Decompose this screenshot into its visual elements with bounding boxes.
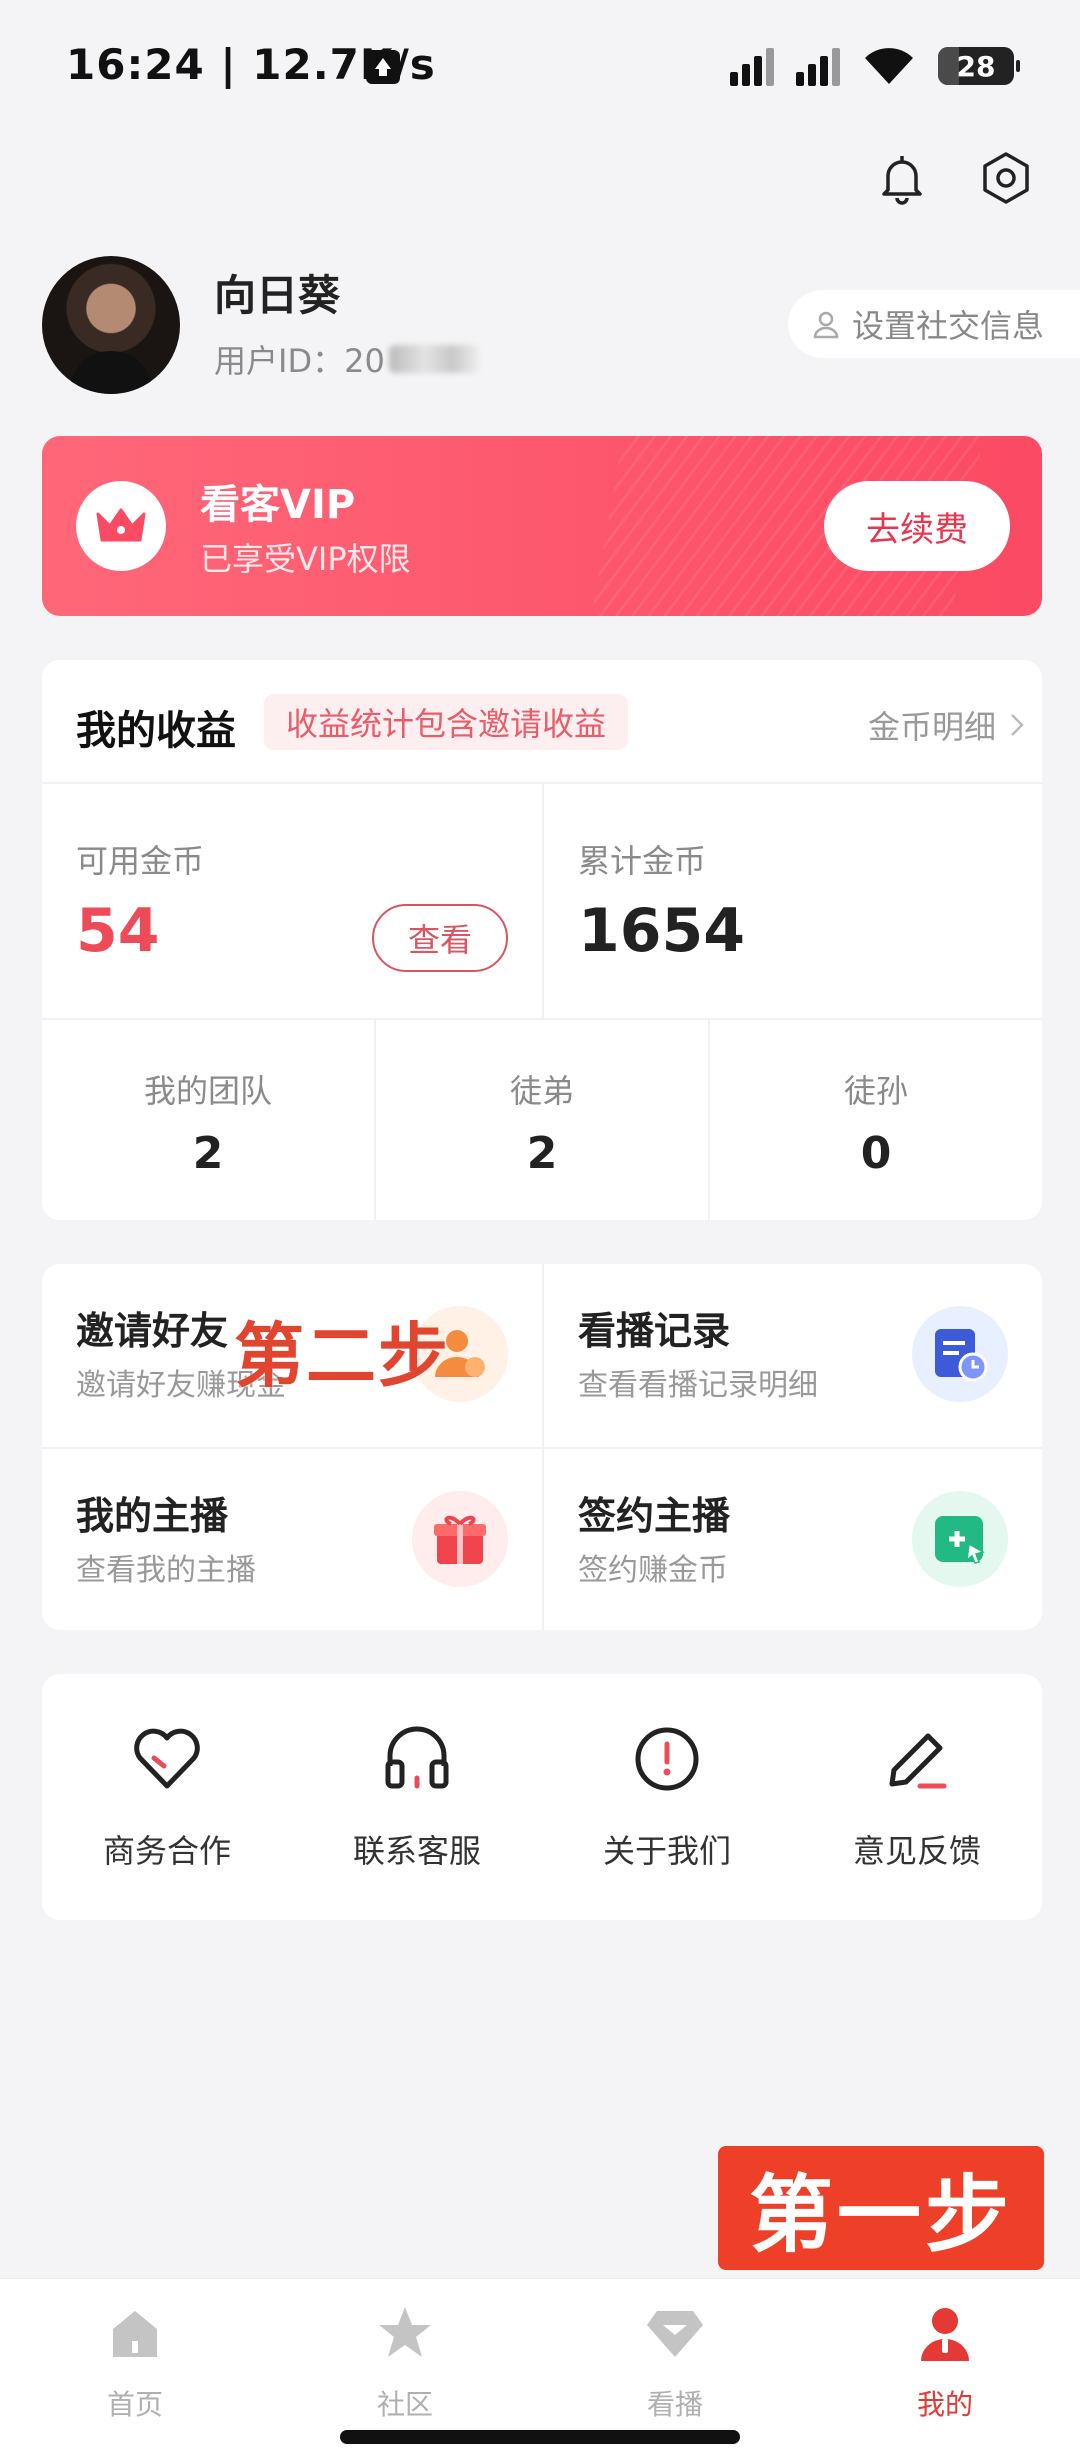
services-row: 商务合作 联系客服 关于我们 意见反馈 <box>42 1674 1042 1920</box>
vip-subtitle: 已享受VIP权限 <box>200 540 411 578</box>
tab-home[interactable]: 首页 <box>0 2279 270 2460</box>
total-coins: 累计金币 1654 <box>542 784 1042 1020</box>
info-icon <box>635 1727 699 1791</box>
heart-icon <box>134 1728 200 1789</box>
status-bar: 16:24 | 12.7K/s 28 <box>0 0 1080 130</box>
social-info-button[interactable]: 设置社交信息 <box>788 290 1080 358</box>
customer-service-button[interactable]: 联系客服 <box>292 1674 542 1920</box>
user-id-label: 用户ID：20 <box>214 342 385 380</box>
team-row: 我的团队 2 徒弟 2 徒孙 0 <box>42 1020 1042 1220</box>
gift-icon <box>412 1491 508 1587</box>
pen-icon <box>889 1733 947 1789</box>
func-subtitle: 查看我的主播 <box>76 1553 256 1588</box>
team-stat-my-team[interactable]: 我的团队 2 <box>42 1020 374 1220</box>
team-stat-apprentice[interactable]: 徒弟 2 <box>374 1020 708 1220</box>
user-icon <box>813 311 839 339</box>
headset-icon <box>385 1726 449 1789</box>
earnings-card: 我的收益 收益统计包含邀请收益 金币明细 可用金币 54 查看 累计金币 165… <box>42 660 1042 1220</box>
step-one-annotation: 第一步 <box>718 2146 1044 2270</box>
func-title: 我的主播 <box>76 1494 229 1538</box>
signal-icon <box>730 46 774 86</box>
home-indicator[interactable] <box>340 2430 740 2444</box>
username: 向日葵 <box>214 271 341 320</box>
func-title: 签约主播 <box>578 1494 731 1538</box>
home-icon <box>113 2311 157 2357</box>
history-icon <box>912 1306 1008 1402</box>
earnings-title: 我的收益 <box>76 708 236 754</box>
team-stat-value: 2 <box>192 1128 224 1179</box>
watch-history-item[interactable]: 看播记录 查看看播记录明细 <box>542 1264 1042 1447</box>
service-label: 联系客服 <box>352 1832 481 1870</box>
available-coins-value: 54 <box>76 896 160 966</box>
business-cooperation-button[interactable]: 商务合作 <box>42 1674 292 1920</box>
func-title: 看播记录 <box>578 1309 731 1353</box>
tab-label: 我的 <box>916 2388 973 2421</box>
bell-icon[interactable] <box>874 150 930 206</box>
avatar[interactable] <box>42 256 180 394</box>
tab-mine[interactable]: 我的 <box>810 2279 1080 2460</box>
sign-streamer-item[interactable]: 签约主播 签约赚金币 <box>542 1447 1042 1630</box>
available-coins: 可用金币 54 查看 <box>42 784 542 1020</box>
coin-detail-label: 金币明细 <box>867 708 996 746</box>
status-indicators: 28 <box>730 46 1020 86</box>
wifi-icon <box>865 48 913 84</box>
step-two-annotation: 第二步 <box>234 1315 450 1397</box>
diamond-icon <box>647 2311 703 2357</box>
star-icon <box>379 2307 431 2357</box>
vip-banner[interactable]: 看客VIP 已享受VIP权限 去续费 <box>42 436 1042 616</box>
person-icon <box>921 2308 969 2361</box>
total-coins-value: 1654 <box>578 896 745 966</box>
func-subtitle: 签约赚金币 <box>578 1553 728 1588</box>
coin-detail-link[interactable]: 金币明细 <box>868 702 1024 748</box>
redacted-id <box>388 345 479 373</box>
team-stat-value: 0 <box>860 1128 892 1179</box>
my-streamers-item[interactable]: 我的主播 查看我的主播 <box>42 1447 542 1630</box>
available-coins-label: 可用金币 <box>76 842 205 880</box>
signal-icon <box>796 46 840 86</box>
battery-icon: 28 <box>938 47 1020 85</box>
crown-icon <box>76 481 166 571</box>
battery-level: 28 <box>956 49 996 83</box>
about-us-button[interactable]: 关于我们 <box>542 1674 792 1920</box>
earnings-header: 我的收益 收益统计包含邀请收益 金币明细 <box>42 660 1042 784</box>
view-button[interactable]: 查看 <box>372 904 508 972</box>
upload-icon <box>366 50 400 84</box>
tab-label: 看播 <box>646 2388 703 2421</box>
function-grid: 邀请好友 邀请好友赚现金 看播记录 查看看播记录明细 我的主播 查看我的主播 签… <box>42 1264 1042 1630</box>
earnings-tag: 收益统计包含邀请收益 <box>264 694 629 750</box>
sign-add-icon <box>912 1491 1008 1587</box>
vip-title: 看客VIP <box>200 482 356 528</box>
settings-icon[interactable] <box>978 150 1034 206</box>
team-stat-value: 2 <box>526 1128 558 1179</box>
team-stat-label: 徒孙 <box>843 1072 908 1110</box>
team-stat-label: 徒弟 <box>509 1072 574 1110</box>
renew-button[interactable]: 去续费 <box>824 481 1010 571</box>
user-id: 用户ID：20 <box>214 336 479 382</box>
tab-label: 首页 <box>106 2388 163 2421</box>
chevron-right-icon <box>1011 714 1024 736</box>
service-label: 意见反馈 <box>852 1832 981 1870</box>
team-stat-label: 我的团队 <box>143 1072 272 1110</box>
total-coins-label: 累计金币 <box>578 842 707 880</box>
social-info-label: 设置社交信息 <box>852 307 1045 345</box>
coins-row: 可用金币 54 查看 累计金币 1654 <box>42 784 1042 1020</box>
feedback-button[interactable]: 意见反馈 <box>792 1674 1042 1920</box>
team-stat-grand-apprentice[interactable]: 徒孙 0 <box>708 1020 1042 1220</box>
service-label: 商务合作 <box>102 1832 231 1870</box>
func-title: 邀请好友 <box>76 1309 229 1353</box>
func-subtitle: 查看看播记录明细 <box>578 1368 818 1403</box>
tab-label: 社区 <box>376 2388 433 2421</box>
service-label: 关于我们 <box>602 1832 731 1870</box>
